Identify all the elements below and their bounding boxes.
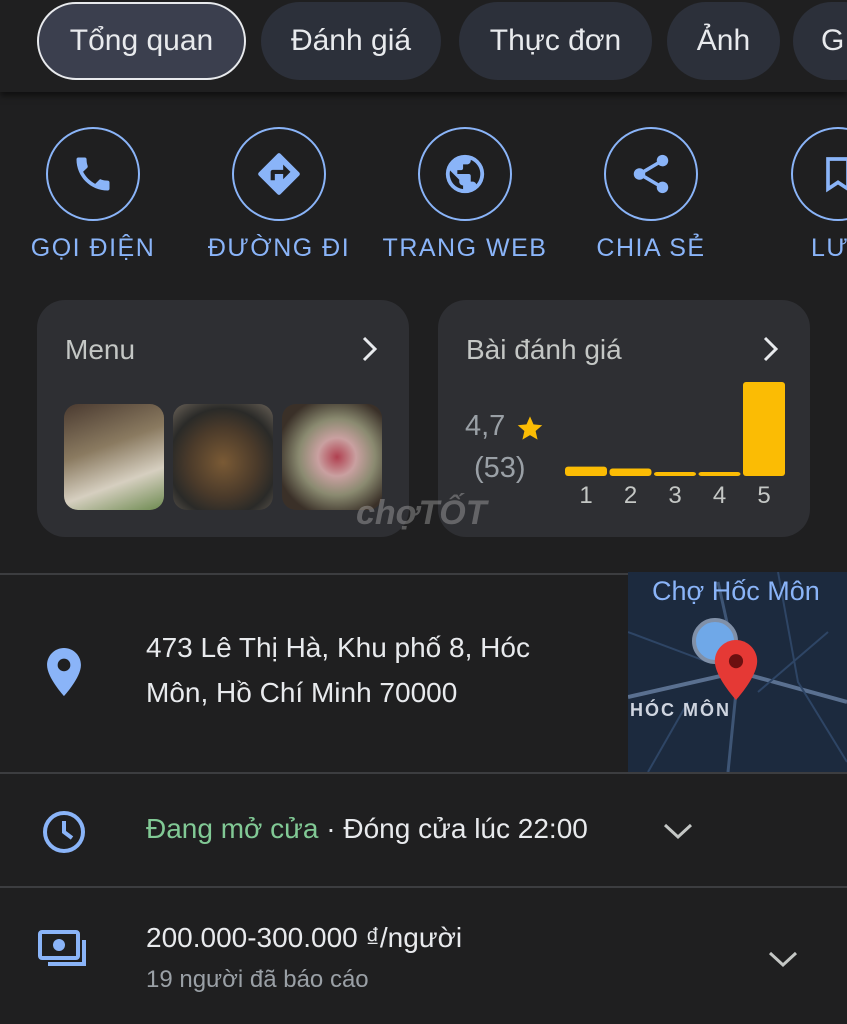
share-button[interactable] [604,127,698,221]
price-reports: 19 người đã báo cáo [146,966,369,993]
menu-card-title: Menu [65,334,136,365]
histogram-bar-4 [698,472,741,476]
reviews-card[interactable]: Bài đánh giá 4,7 (53) 1 2 3 4 5 [438,300,810,537]
histogram-label: 1 [579,482,592,509]
tab-bar: Tổng quan Đánh giá Thực đơn Ảnh G [0,0,847,92]
share-label: CHIA SẺ [596,234,706,262]
share-icon [633,154,669,194]
rating-histogram: 1 2 3 4 5 [565,382,785,509]
phone-icon [76,157,110,191]
price-range[interactable]: 200.000-300.000 ₫/người [146,922,462,954]
open-status: Đang mở cửa [146,813,319,844]
divider [0,772,847,774]
directions-icon [258,153,300,195]
tab-reviews[interactable]: Đánh giá [261,2,441,80]
map-poi-label: Chợ Hốc Môn [652,576,820,606]
menu-card[interactable]: Menu [37,300,409,537]
directions-label: ĐƯỜNG ĐI [207,234,351,262]
histogram-bar-1 [565,466,607,476]
menu-photo[interactable] [64,404,164,510]
clock-icon [43,811,85,853]
hours-row[interactable]: Đang mở cửa · Đóng cửa lúc 22:00 [146,813,588,845]
chevron-down-icon[interactable] [767,948,799,970]
red-pin-icon [714,640,758,700]
histogram-label: 2 [624,482,637,509]
money-icon [38,930,86,966]
reviews-card-title: Bài đánh giá [466,334,622,365]
histogram-bar-3 [654,472,696,476]
watermark: chợTỐT [356,494,487,532]
location-pin-icon [47,648,81,696]
rating-value: 4,7 [465,410,506,442]
tab-menu[interactable]: Thực đơn [459,2,652,80]
tab-more[interactable]: G [793,2,847,80]
tab-overview[interactable]: Tổng quan [37,2,246,80]
call-label: GỌI ĐIỆN [30,234,156,262]
map-thumbnail[interactable]: Chợ Hốc Môn HÓC MÔN [628,572,847,772]
tab-photos[interactable]: Ảnh [667,2,780,80]
chevron-down-icon[interactable] [662,820,694,842]
menu-photo[interactable] [173,404,273,510]
chevron-right-icon [362,336,378,362]
histogram-bar-5 [743,382,785,476]
histogram-label: 5 [757,482,770,509]
website-button[interactable] [418,127,512,221]
star-icon [517,416,543,440]
divider [0,886,847,888]
website-label: TRANG WEB [382,234,548,262]
closing-time: · Đóng cửa lúc 22:00 [318,813,588,844]
call-button[interactable] [46,127,140,221]
address-line-2[interactable]: Môn, Hồ Chí Minh 70000 [146,677,457,709]
histogram-bar-2 [609,468,652,476]
histogram-label: 4 [713,482,726,509]
save-button[interactable] [791,127,847,221]
bookmark-icon [826,157,847,193]
globe-icon [445,154,485,194]
directions-button[interactable] [232,127,326,221]
histogram-label: 3 [668,482,681,509]
review-count: (53) [474,452,526,484]
save-label: LƯ [811,234,847,262]
map-area-label: HÓC MÔN [630,700,731,720]
chevron-right-icon [763,336,779,362]
address-line-1[interactable]: 473 Lê Thị Hà, Khu phố 8, Hóc [146,632,530,664]
